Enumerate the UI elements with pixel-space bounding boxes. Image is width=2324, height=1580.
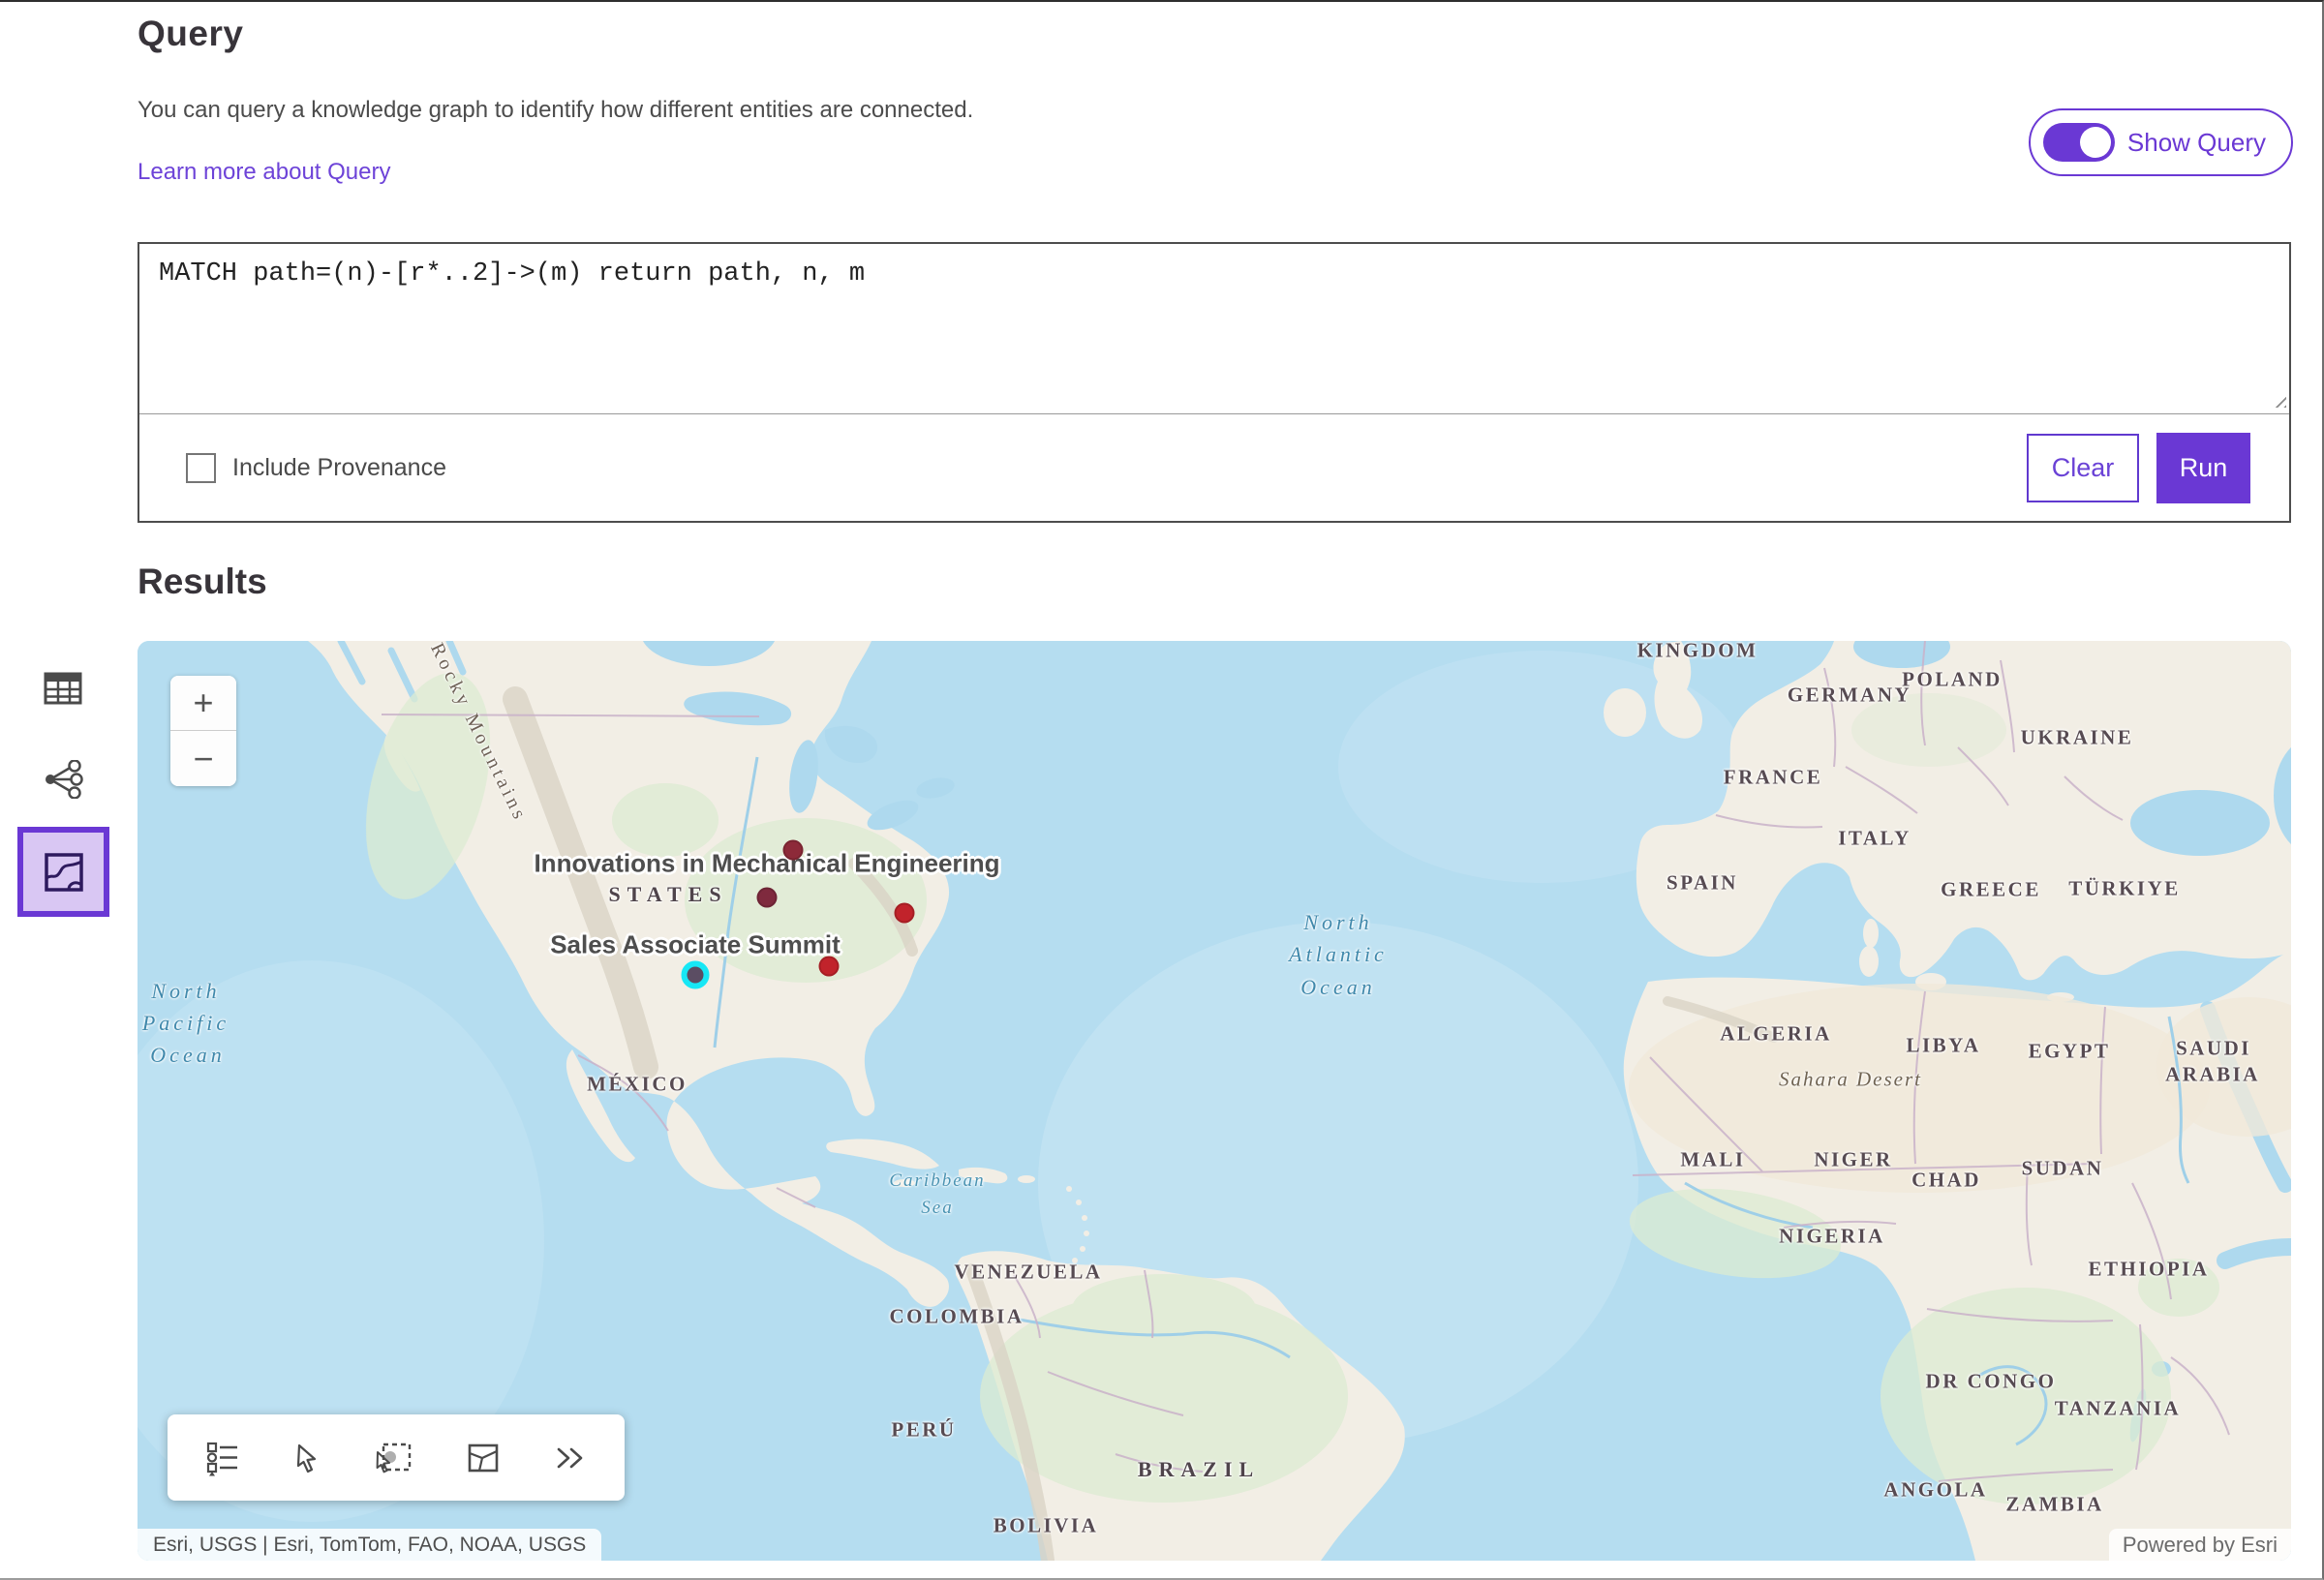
query-page: Query You can query a knowledge graph to… (0, 0, 2324, 1580)
select-features-icon (374, 1441, 413, 1475)
entity-point[interactable] (757, 888, 778, 908)
entity-label-sales-associate-summit: Sales Associate Summit (550, 930, 841, 960)
include-provenance-checkbox[interactable] (186, 453, 216, 483)
view-map-button-selected[interactable] (17, 827, 109, 917)
query-editor-panel: Include Provenance Clear Run (138, 242, 2291, 523)
clear-button[interactable]: Clear (2027, 434, 2139, 502)
cursor-icon (293, 1443, 321, 1474)
zoom-out-button[interactable]: − (170, 731, 236, 786)
page-description: You can query a knowledge graph to ident… (138, 97, 973, 124)
entity-point[interactable] (895, 903, 915, 924)
select-by-polygon-button[interactable] (460, 1435, 506, 1481)
learn-more-link[interactable]: Learn more about Query (138, 159, 390, 186)
select-features-button[interactable] (368, 1435, 418, 1481)
toggle-switch-icon[interactable] (2043, 123, 2115, 162)
select-tool-button[interactable] (288, 1437, 326, 1479)
run-button[interactable]: Run (2156, 433, 2250, 503)
results-map[interactable]: Rocky MountainsNorthPacificOceanNorthAtl… (138, 641, 2291, 1561)
legend-icon (205, 1440, 240, 1476)
include-provenance-label: Include Provenance (232, 454, 446, 482)
zoom-in-button[interactable]: + (170, 676, 236, 731)
double-chevron-right-icon (554, 1444, 587, 1472)
map-zoom-control: + − (170, 676, 236, 786)
page-title: Query (138, 14, 243, 54)
view-link-chart-button[interactable] (35, 751, 91, 807)
table-icon (44, 671, 82, 706)
select-polygon-icon (466, 1441, 501, 1475)
toggle-knob (2080, 127, 2111, 158)
entity-label-innovations-in-mechanical-engineering: Innovations in Mechanical Engineering (534, 849, 999, 879)
map-icon (44, 852, 84, 893)
entity-point[interactable] (819, 957, 840, 977)
link-chart-icon (43, 760, 83, 799)
map-toolbar (168, 1414, 625, 1501)
legend-button[interactable] (199, 1434, 246, 1482)
show-query-toggle[interactable]: Show Query (2029, 108, 2293, 176)
query-actions-row: Include Provenance Clear Run (139, 414, 2289, 521)
view-table-button[interactable] (35, 660, 91, 716)
powered-by-esri: Powered by Esri (2109, 1529, 2291, 1561)
show-query-label: Show Query (2127, 128, 2266, 158)
results-title: Results (138, 562, 267, 602)
map-attribution: Esri, USGS | Esri, TomTom, FAO, NOAA, US… (138, 1529, 601, 1561)
entity-point[interactable] (783, 840, 804, 861)
more-tools-button[interactable] (548, 1439, 593, 1477)
query-input[interactable] (139, 244, 2289, 414)
entity-point-selected[interactable] (682, 961, 710, 989)
